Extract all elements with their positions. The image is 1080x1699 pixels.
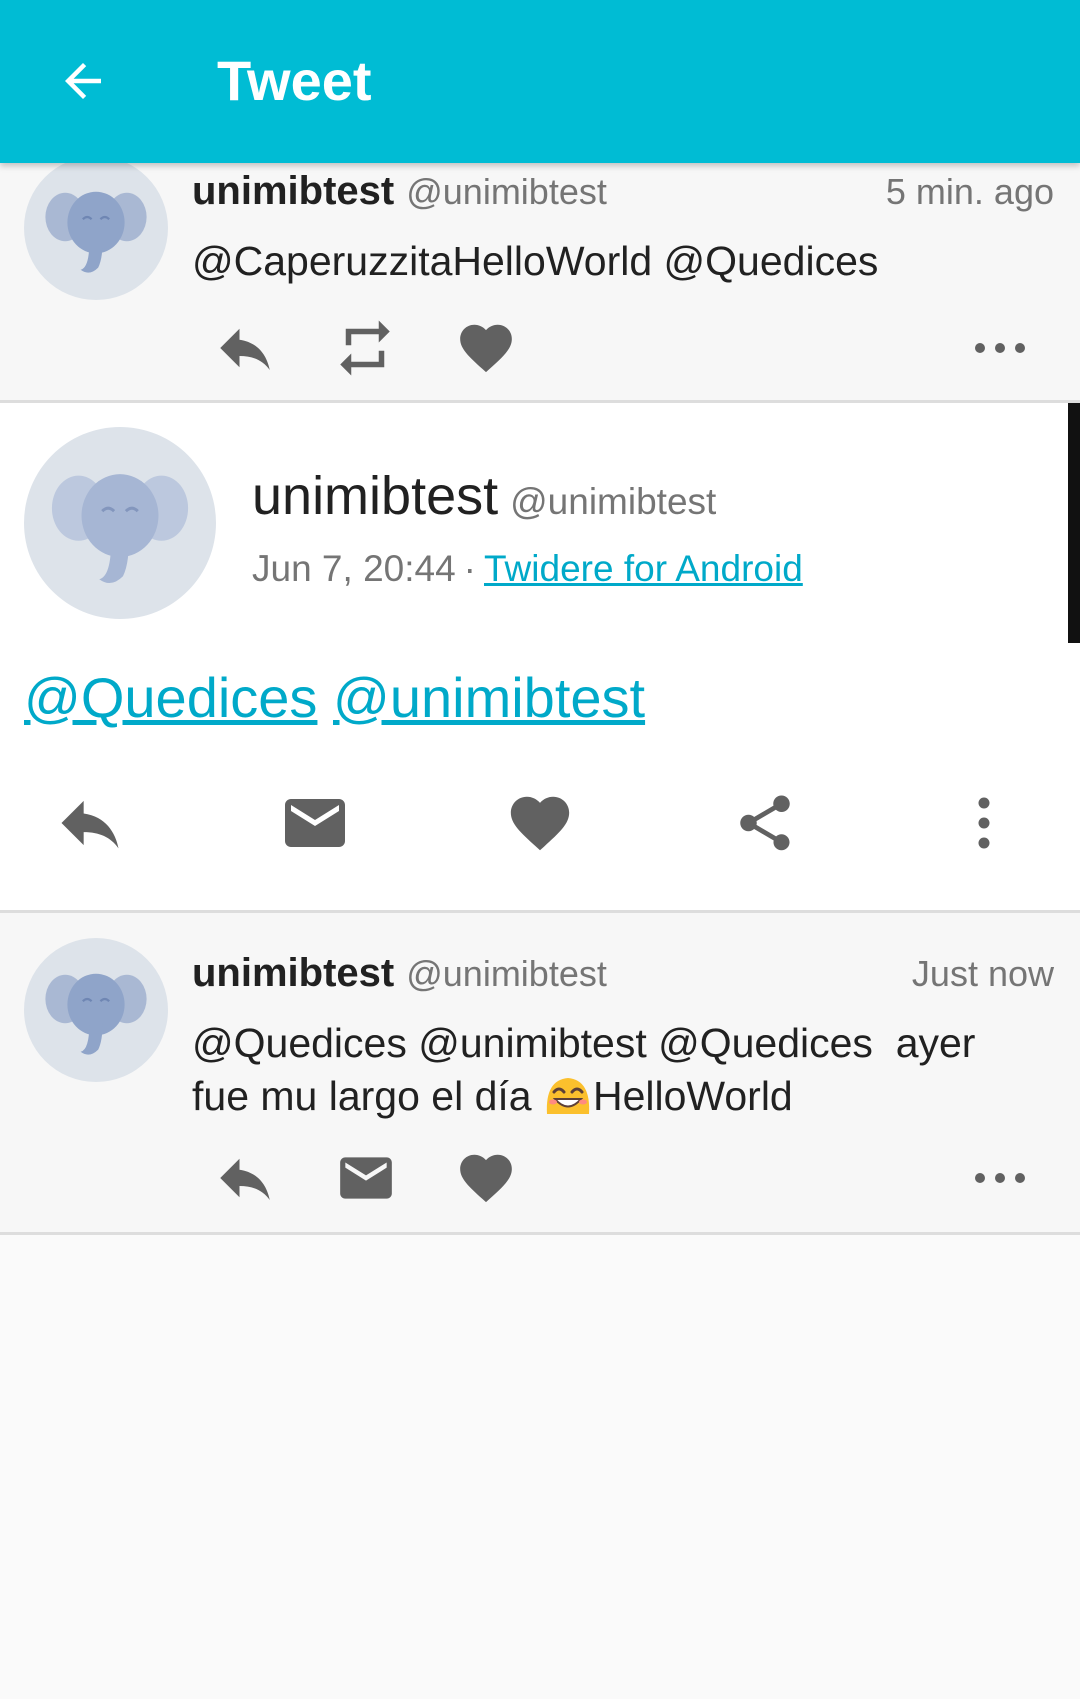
tweet-text[interactable]: @CaperuzzitaHelloWorld @Quedices	[192, 235, 1054, 288]
mention-link[interactable]: @Quedices	[24, 666, 317, 729]
like-button[interactable]	[451, 313, 521, 383]
direct-message-button[interactable]	[331, 1143, 401, 1213]
more-vertical-icon	[978, 797, 990, 849]
tweet-text-line: @Quedices @unimibtest @Quedices ayer	[192, 1020, 976, 1066]
mail-icon	[285, 799, 345, 847]
more-button[interactable]	[965, 313, 1035, 383]
reply-icon	[220, 1158, 270, 1200]
tweet-header: unimibtest @unimibtest Just now	[192, 951, 1054, 996]
avatar[interactable]	[24, 427, 216, 619]
tweet-detail: unimibtest @unimibtest Jun 7, 20:44 · Twid…	[0, 403, 1080, 913]
user-handle[interactable]: @unimibtest	[510, 481, 716, 523]
source-link[interactable]: Twidere for Android	[484, 548, 803, 589]
tweet-text-line: fue mu largo el día HelloWorld	[192, 1070, 1054, 1123]
heart-icon	[510, 796, 570, 851]
tweet-card-reply[interactable]: unimibtest @unimibtest Just now @Quedice…	[0, 913, 1080, 1235]
heart-icon	[460, 1154, 512, 1203]
like-button[interactable]	[451, 1143, 521, 1213]
divider	[0, 1232, 1080, 1235]
reply-button[interactable]	[210, 313, 280, 383]
mail-icon	[340, 1157, 392, 1199]
user-name[interactable]: unimibtest	[252, 465, 498, 527]
tweet-text: @Quedices @unimibtest	[24, 663, 645, 733]
mention-link[interactable]: @unimibtest	[333, 666, 645, 729]
share-button[interactable]	[725, 783, 805, 863]
more-button[interactable]	[965, 1143, 1035, 1213]
reply-icon	[61, 800, 119, 849]
elephant-avatar-icon	[45, 191, 147, 273]
tweet-text-fragment: HelloWorld	[592, 1073, 793, 1119]
heart-icon	[460, 324, 512, 373]
user-name[interactable]: unimibtest	[192, 169, 394, 214]
more-button[interactable]	[944, 783, 1024, 863]
tweet-header: unimibtest @unimibtest 5 min. ago	[192, 169, 1054, 214]
tweet-card-previous[interactable]: unimibtest @unimibtest 5 min. ago @Caper…	[0, 156, 1080, 403]
tweet-text[interactable]: @Quedices @unimibtest @Quedices ayer fue…	[192, 1017, 1054, 1123]
scrollbar[interactable]	[1068, 403, 1080, 643]
meta-separator: ·	[463, 548, 476, 589]
user-handle[interactable]: @unimibtest	[406, 953, 607, 995]
tweet-date: Jun 7, 20:44	[252, 548, 456, 589]
more-horizontal-icon	[975, 343, 1025, 353]
user-name[interactable]: unimibtest	[192, 951, 394, 996]
tweet-header: unimibtest @unimibtest	[252, 465, 716, 527]
retweet-button[interactable]	[330, 313, 400, 383]
avatar[interactable]	[24, 938, 168, 1082]
tweet-time: 5 min. ago	[885, 171, 1054, 212]
tweet-text-fragment: fue mu largo el día	[192, 1073, 543, 1119]
smiling-face-emoji	[546, 1078, 590, 1114]
app-bar: Tweet	[0, 0, 1080, 163]
reply-button[interactable]	[210, 1143, 280, 1213]
direct-message-button[interactable]	[275, 783, 355, 863]
page-title: Tweet	[217, 49, 372, 112]
tweet-time: Just now	[911, 953, 1054, 994]
arrow-left-icon	[65, 63, 101, 99]
like-button[interactable]	[500, 783, 580, 863]
back-button[interactable]	[52, 50, 114, 112]
reply-button[interactable]	[50, 783, 130, 863]
user-handle[interactable]: @unimibtest	[406, 171, 607, 213]
elephant-avatar-icon	[51, 474, 189, 584]
retweet-icon	[340, 320, 390, 376]
share-icon	[740, 795, 790, 851]
more-horizontal-icon	[975, 1173, 1025, 1183]
avatar[interactable]	[24, 156, 168, 300]
elephant-avatar-icon	[45, 973, 147, 1055]
reply-icon	[220, 328, 270, 370]
tweet-meta: Jun 7, 20:44 · Twidere for Android	[252, 548, 803, 590]
